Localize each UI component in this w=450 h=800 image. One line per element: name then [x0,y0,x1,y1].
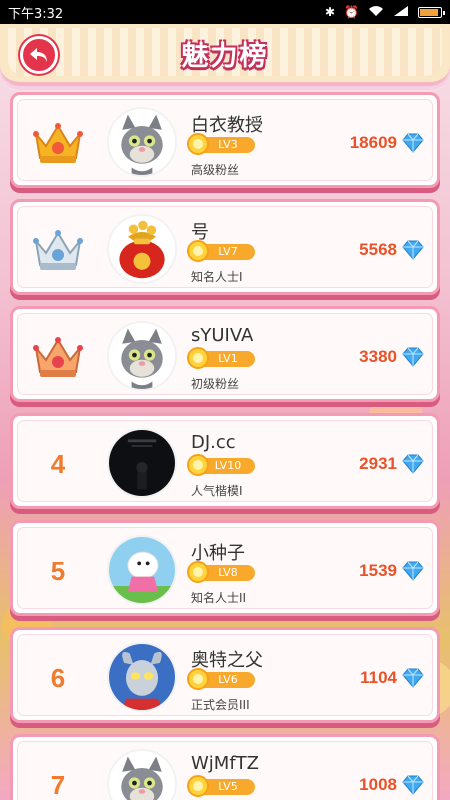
level-label: LV1 [218,352,238,365]
medal-icon [187,240,209,262]
dark-poster-avatar [109,430,175,496]
medal-icon [187,561,209,583]
level-badge: LV3 [187,133,255,155]
diamond-icon [402,561,424,581]
header-bar: 魅力榜 [0,24,450,86]
money-bag-avatar [109,216,175,282]
level-badge: LV10 [187,454,255,476]
avatar[interactable] [107,428,177,498]
rank-indicator [23,222,93,278]
rank-indicator: 4 [23,436,93,492]
rank-indicator [23,329,93,385]
diamond-icon [402,775,424,795]
rank-number: 5 [50,555,66,586]
level-badge: LV5 [187,775,255,797]
status-bar: 下午3:32 ✱ ⏰ [0,0,450,24]
tom-cat-avatar [109,751,175,800]
ranking-row[interactable]: 号 LV7 知名人士I 5568 [10,199,440,295]
avatar[interactable] [107,535,177,605]
signal-icon [393,5,409,20]
ranking-row[interactable]: 6 奥特之父 LV6 正式会员III 1104 [10,627,440,723]
level-badge: LV6 [187,668,255,690]
avatar[interactable] [107,107,177,177]
status-icons: ✱ ⏰ [324,5,445,20]
fan-title: 正式会员III [191,698,250,712]
rank-number: 4 [50,448,66,479]
diamond-icon [402,454,424,474]
diamond-icon [402,133,424,153]
level-badge: LV8 [187,561,255,583]
avatar[interactable] [107,642,177,712]
user-name: DJ.cc [191,432,236,453]
rank-indicator: 5 [23,543,93,599]
medal-icon [187,347,209,369]
charm-points: 1008 [359,775,397,794]
cartoon-sheep-avatar [109,537,175,603]
fan-title: 人气楷模I [191,484,243,498]
medal-icon [187,454,209,476]
medal-icon [187,133,209,155]
bronze-crown-icon [33,337,83,377]
level-badge: LV1 [187,347,255,369]
charm-points: 5568 [359,240,397,259]
ranking-row[interactable]: 白衣教授 LV3 高级粉丝 18609 [10,92,440,188]
level-label: LV6 [218,673,238,686]
bluetooth-icon: ✱ [324,5,336,19]
ranking-row[interactable]: sYUIVA LV1 初级粉丝 3380 [10,306,440,402]
level-label: LV10 [214,459,242,472]
avatar[interactable] [107,321,177,391]
charm-points: 18609 [349,133,397,152]
fan-title: 知名人士I [191,270,243,284]
wifi-icon [368,5,384,20]
page-title: 魅力榜 [181,41,269,72]
tom-cat-avatar [109,323,175,389]
level-label: LV8 [218,566,238,579]
charm-points: 1104 [360,668,397,687]
fan-title: 初级粉丝 [191,377,240,391]
ranking-row[interactable]: 4 DJ.cc LV10 人气楷模I 2931 [10,413,440,509]
user-name: sYUIVA [191,325,254,346]
tom-cat-avatar [109,109,175,175]
fan-title: 高级粉丝 [191,163,240,177]
fan-title: 知名人士II [191,591,247,605]
rank-indicator [23,115,93,171]
battery-icon [418,6,445,18]
rank-number: 6 [50,662,66,693]
gold-crown-icon [33,123,83,163]
user-name: WjMfTZ [191,753,259,774]
medal-icon [187,775,209,797]
medal-icon [187,668,209,690]
charm-points: 2931 [359,454,397,473]
avatar[interactable] [107,214,177,284]
diamond-icon [402,668,424,688]
alarm-icon: ⏰ [344,5,359,19]
diamond-icon [402,240,424,260]
rank-indicator: 7 [23,757,93,800]
rank-indicator: 6 [23,650,93,706]
ranking-row[interactable]: 7 WjMfTZ LV5 1008 [10,734,440,800]
rank-number: 7 [50,769,66,800]
level-label: LV7 [218,245,238,258]
diamond-icon [402,347,424,367]
ranking-row[interactable]: 5 小种子 LV8 知名人士II 1539 [10,520,440,616]
ultraman-avatar [109,644,175,710]
level-label: LV3 [218,138,238,151]
status-time: 下午3:32 [8,6,64,22]
level-label: LV5 [218,780,238,793]
charm-points: 1539 [359,561,397,580]
charm-points: 3380 [359,347,397,366]
silver-crown-icon [33,230,83,270]
level-badge: LV7 [187,240,255,262]
